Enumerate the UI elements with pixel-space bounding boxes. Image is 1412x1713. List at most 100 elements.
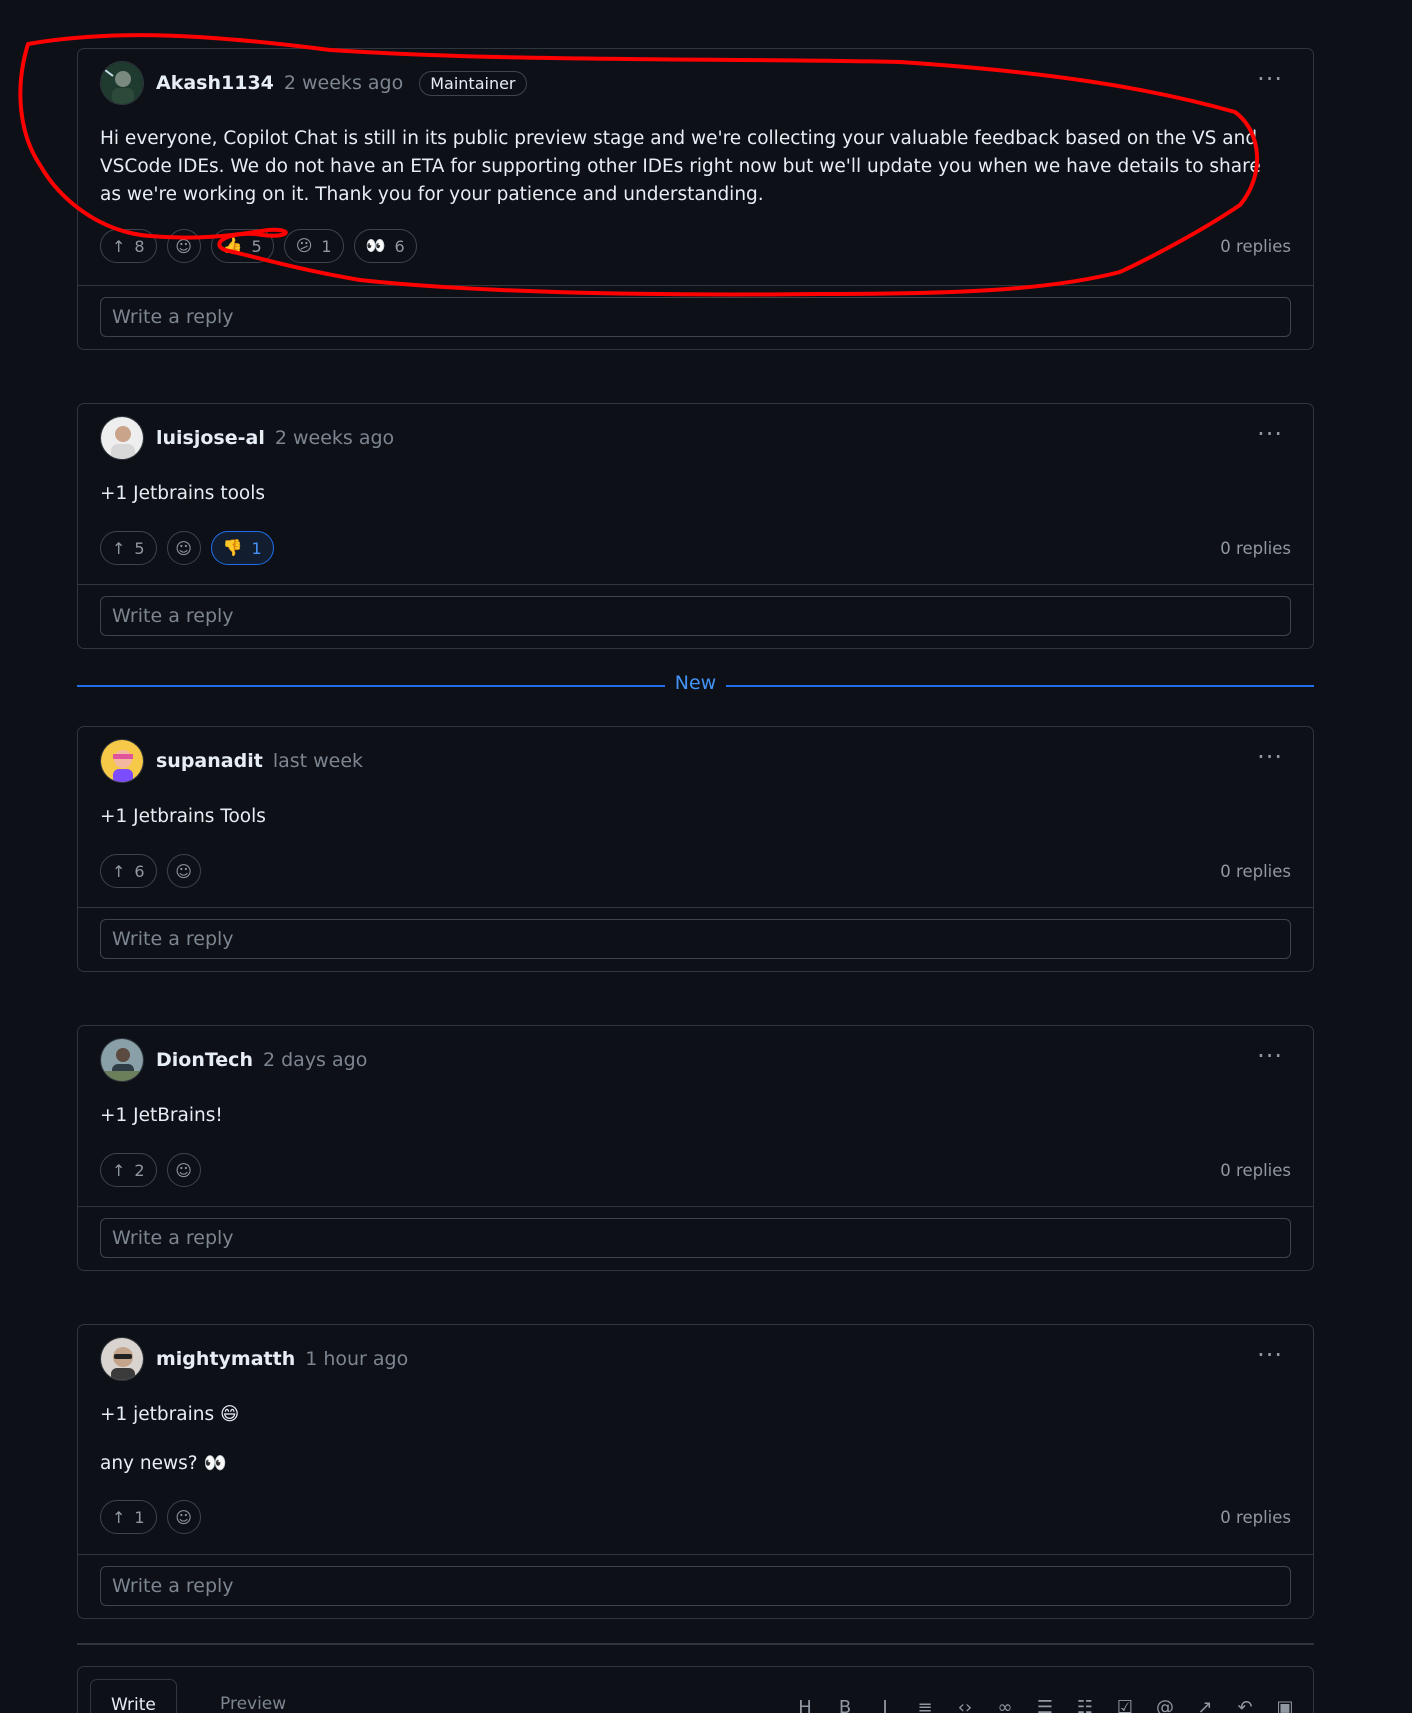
comment-header: supanadit last week xyxy=(100,739,363,783)
more-options-icon[interactable]: ··· xyxy=(1257,422,1283,446)
reaction-count: 1 xyxy=(251,538,262,558)
add-reaction-button[interactable]: ☺ xyxy=(166,229,201,263)
smiley-icon: ☺ xyxy=(175,538,192,558)
comment-text: +1 jetbrains 😄 xyxy=(100,1404,240,1425)
reactions: ↑ 6 ☺ xyxy=(100,854,201,888)
author-name[interactable]: supanadit xyxy=(156,750,263,772)
author-name[interactable]: mightymatth xyxy=(156,1348,295,1370)
timestamp[interactable]: last week xyxy=(273,750,363,772)
timestamp[interactable]: 2 weeks ago xyxy=(275,427,394,449)
reference-icon[interactable]: ↗ xyxy=(1195,1697,1215,1713)
more-options-icon[interactable]: ··· xyxy=(1257,67,1283,91)
comment-diontech: DionTech 2 days ago ··· +1 JetBrains! ↑ 2… xyxy=(77,1025,1314,1271)
task-list-icon[interactable]: ☑ xyxy=(1115,1697,1135,1713)
confused-emoji-icon: 😕 xyxy=(295,236,313,255)
reaction-confused[interactable]: 😕 1 xyxy=(283,229,344,263)
timestamp[interactable]: 2 days ago xyxy=(263,1049,367,1071)
code-icon[interactable]: ‹› xyxy=(955,1697,975,1713)
replies-count[interactable]: 0 replies xyxy=(1220,1508,1291,1527)
comment-mightymatth: mightymatth 1 hour ago ··· +1 jetbrains … xyxy=(77,1324,1314,1619)
upvote-button[interactable]: ↑ 8 xyxy=(100,229,157,263)
upvote-button[interactable]: ↑ 1 xyxy=(100,1500,157,1534)
formatting-toolbar: H B I ≡ ‹› ∞ ☰ ☷ ☑ @ ↗ ↶ ▣ xyxy=(795,1697,1295,1713)
discussion-page: Akash1134 2 weeks ago Maintainer ··· Hi … xyxy=(0,0,1412,1713)
link-icon[interactable]: ∞ xyxy=(995,1697,1015,1713)
tab-preview[interactable]: Preview xyxy=(200,1679,306,1713)
avatar[interactable] xyxy=(100,1337,144,1381)
quote-icon[interactable]: ≡ xyxy=(915,1697,935,1713)
smiley-icon: ☺ xyxy=(175,861,192,881)
arrow-up-icon: ↑ xyxy=(112,861,126,881)
reply-footer: Write a reply xyxy=(78,1554,1313,1618)
reaction-eyes[interactable]: 👀 6 xyxy=(353,229,417,263)
new-comments-divider: New xyxy=(77,672,1314,700)
upvote-count: 8 xyxy=(134,236,145,256)
more-options-icon[interactable]: ··· xyxy=(1257,1343,1283,1367)
comment-body: +1 Jetbrains tools xyxy=(100,480,1273,508)
comment-body: +1 JetBrains! xyxy=(100,1102,1273,1130)
reactions: ↑ 5 ☺ 👎 1 xyxy=(100,531,274,565)
avatar[interactable] xyxy=(100,416,144,460)
comment-header: mightymatth 1 hour ago xyxy=(100,1337,408,1381)
more-options-icon[interactable]: ··· xyxy=(1257,745,1283,769)
write-reply-input[interactable]: Write a reply xyxy=(100,297,1291,337)
arrow-up-icon: ↑ xyxy=(112,1160,126,1180)
smiley-icon: ☺ xyxy=(175,236,192,256)
timestamp[interactable]: 1 hour ago xyxy=(305,1348,408,1370)
italic-icon[interactable]: I xyxy=(875,1697,895,1713)
avatar[interactable] xyxy=(100,61,144,105)
add-reaction-button[interactable]: ☺ xyxy=(166,531,201,565)
more-options-icon[interactable]: ··· xyxy=(1257,1044,1283,1068)
undo-icon[interactable]: ↶ xyxy=(1235,1697,1255,1713)
unordered-list-icon[interactable]: ☰ xyxy=(1035,1697,1055,1713)
reaction-thumbs-down[interactable]: 👎 1 xyxy=(210,531,274,565)
author-name[interactable]: luisjose-al xyxy=(156,427,265,449)
comment-body: +1 Jetbrains Tools xyxy=(100,803,1273,831)
write-reply-input[interactable]: Write a reply xyxy=(100,919,1291,959)
new-label: New xyxy=(664,672,727,694)
tab-write[interactable]: Write xyxy=(90,1679,177,1713)
write-reply-input[interactable]: Write a reply xyxy=(100,1566,1291,1606)
upvote-button[interactable]: ↑ 2 xyxy=(100,1153,157,1187)
upvote-button[interactable]: ↑ 6 xyxy=(100,854,157,888)
new-label-wrap: New xyxy=(77,672,1314,694)
comment-header: DionTech 2 days ago xyxy=(100,1038,367,1082)
fullscreen-icon[interactable]: ▣ xyxy=(1275,1697,1295,1713)
timestamp[interactable]: 2 weeks ago xyxy=(284,72,403,94)
comment-text: +1 JetBrains! xyxy=(100,1105,223,1126)
author-name[interactable]: Akash1134 xyxy=(156,72,274,94)
reactions: ↑ 2 ☺ xyxy=(100,1153,201,1187)
reply-footer: Write a reply xyxy=(78,285,1313,349)
upvote-button[interactable]: ↑ 5 xyxy=(100,531,157,565)
comment-text: any news? 👀 xyxy=(100,1453,227,1474)
reaction-thumbs-up[interactable]: 👍 5 xyxy=(210,229,274,263)
replies-count[interactable]: 0 replies xyxy=(1220,237,1291,256)
comment-header: Akash1134 2 weeks ago Maintainer xyxy=(100,61,527,105)
avatar[interactable] xyxy=(100,739,144,783)
reply-footer: Write a reply xyxy=(78,1206,1313,1270)
heading-icon[interactable]: H xyxy=(795,1697,815,1713)
replies-count[interactable]: 0 replies xyxy=(1220,539,1291,558)
add-reaction-button[interactable]: ☺ xyxy=(166,854,201,888)
mention-icon[interactable]: @ xyxy=(1155,1697,1175,1713)
replies-count[interactable]: 0 replies xyxy=(1220,862,1291,881)
add-reaction-button[interactable]: ☺ xyxy=(166,1153,201,1187)
reply-footer: Write a reply xyxy=(78,907,1313,971)
replies-count[interactable]: 0 replies xyxy=(1220,1161,1291,1180)
upvote-count: 1 xyxy=(134,1507,145,1527)
author-name[interactable]: DionTech xyxy=(156,1049,253,1071)
thumbs-up-emoji-icon: 👍 xyxy=(222,236,243,255)
comment-text: +1 Jetbrains tools xyxy=(100,483,265,504)
comment-editor: Write Preview H B I ≡ ‹› ∞ ☰ ☷ ☑ @ ↗ ↶ ▣ xyxy=(77,1666,1314,1713)
write-reply-input[interactable]: Write a reply xyxy=(100,596,1291,636)
bold-icon[interactable]: B xyxy=(835,1697,855,1713)
ordered-list-icon[interactable]: ☷ xyxy=(1075,1697,1095,1713)
comment-supanadit: supanadit last week ··· +1 Jetbrains Too… xyxy=(77,726,1314,972)
reaction-count: 5 xyxy=(251,236,262,256)
comment-akash1134: Akash1134 2 weeks ago Maintainer ··· Hi … xyxy=(77,48,1314,350)
avatar[interactable] xyxy=(100,1038,144,1082)
write-reply-input[interactable]: Write a reply xyxy=(100,1218,1291,1258)
add-reaction-button[interactable]: ☺ xyxy=(166,1500,201,1534)
smiley-icon: ☺ xyxy=(175,1160,192,1180)
comment-text: Hi everyone, Copilot Chat is still in it… xyxy=(100,128,1261,205)
